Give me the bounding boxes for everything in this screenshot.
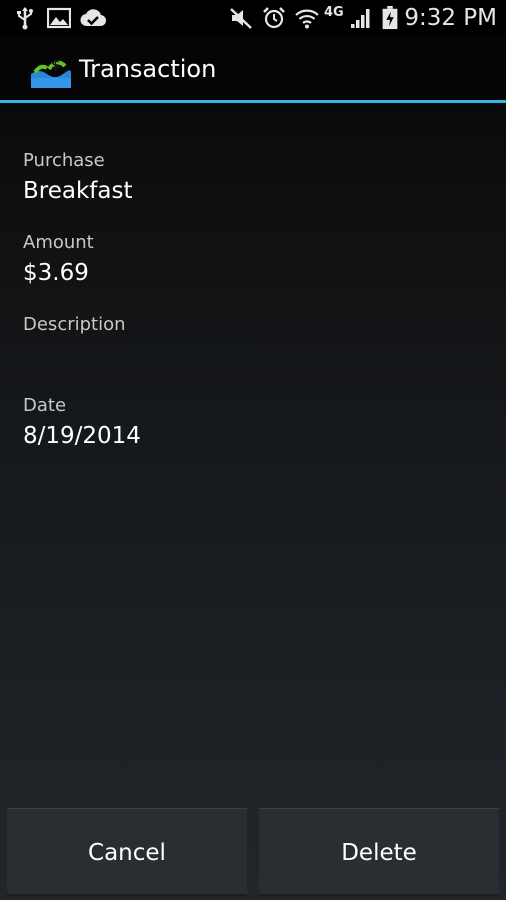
status-bar-time: 9:32 PM [404, 5, 497, 31]
usb-icon [17, 7, 33, 30]
signal-icon [351, 9, 370, 28]
mute-icon [230, 8, 252, 29]
action-bar: $ Transaction [0, 37, 506, 100]
alarm-icon [263, 7, 285, 29]
svg-text:$: $ [51, 58, 60, 73]
page-title: Transaction [79, 55, 217, 83]
battery-charging-icon [382, 6, 398, 30]
cancel-button[interactable]: Cancel [7, 808, 247, 896]
date-value: 8/19/2014 [23, 423, 141, 449]
date-label: Date [23, 395, 67, 416]
wifi-icon [295, 9, 319, 29]
description-label: Description [23, 314, 126, 335]
status-bar: 4G 9:32 PM [0, 0, 506, 37]
image-icon [47, 7, 71, 29]
cloud-check-icon [80, 9, 106, 27]
amount-label: Amount [23, 232, 94, 253]
action-bar-divider [0, 100, 506, 103]
network-type-label: 4G [324, 5, 344, 20]
delete-button[interactable]: Delete [259, 808, 499, 896]
purchase-value: Breakfast [23, 178, 133, 204]
amount-value: $3.69 [23, 260, 89, 286]
money-wave-icon[interactable]: $ [29, 54, 71, 88]
purchase-label: Purchase [23, 150, 105, 171]
